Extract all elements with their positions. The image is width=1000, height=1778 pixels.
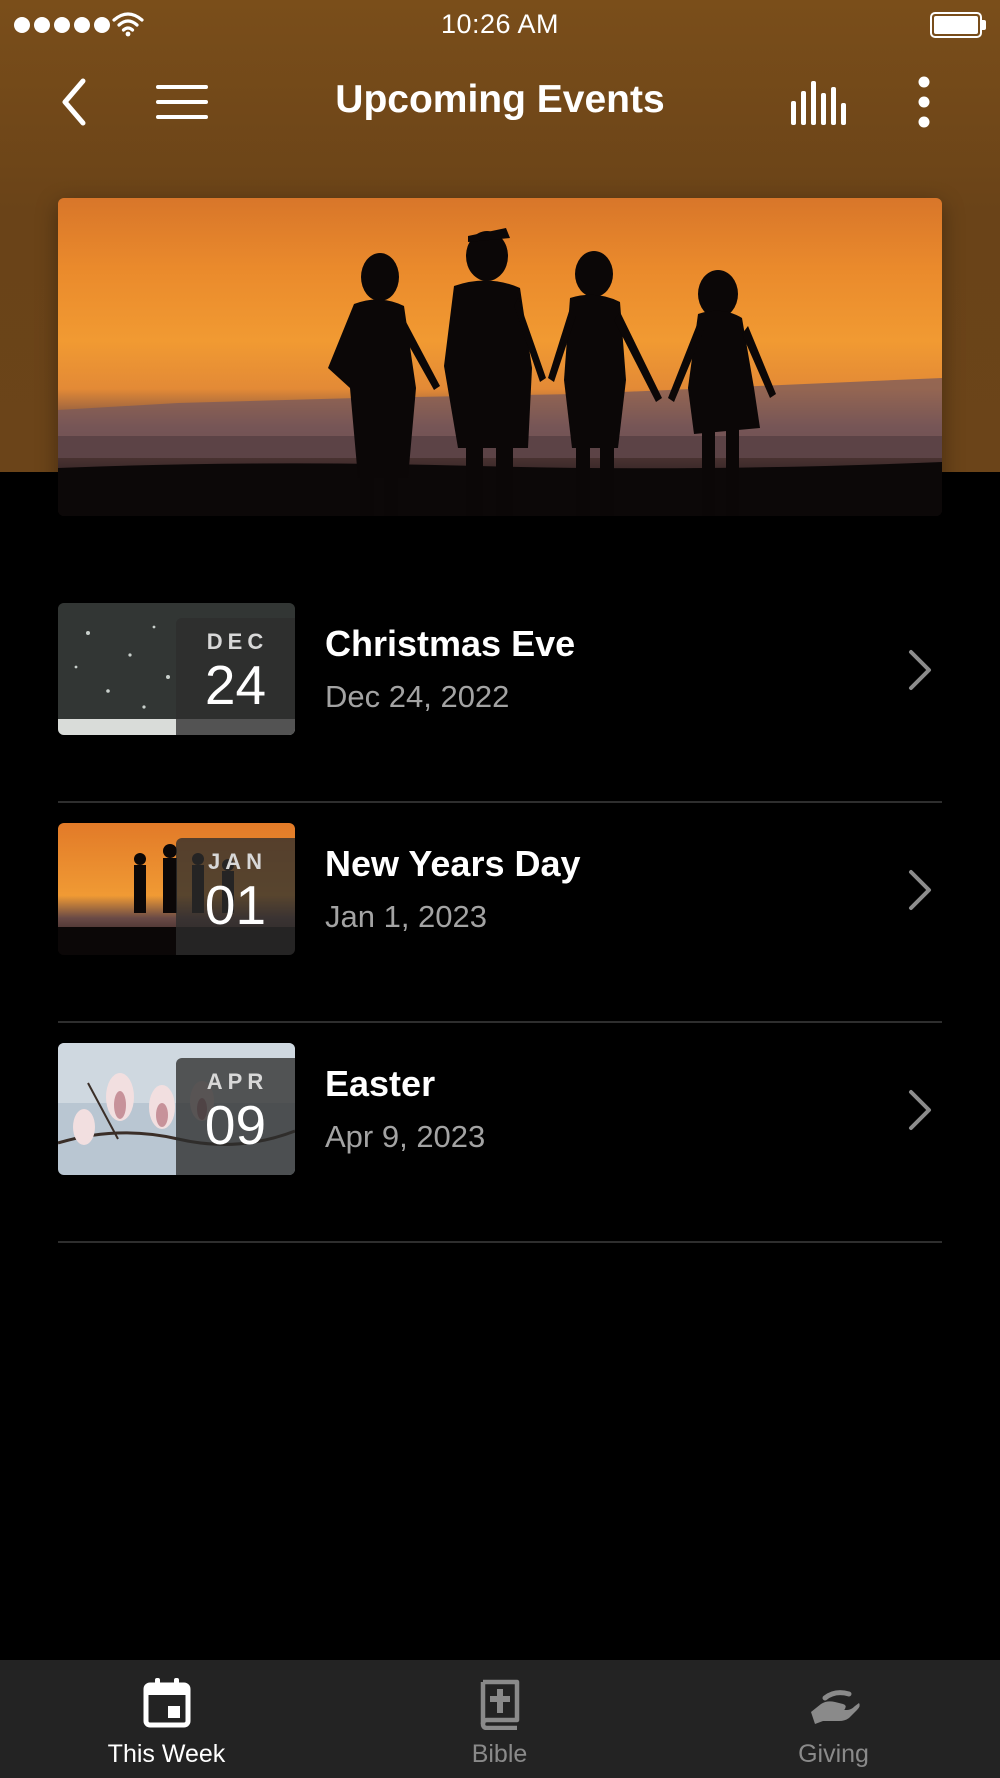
more-options-button[interactable] [892,70,956,134]
stats-button[interactable] [786,70,850,134]
date-badge-day: 24 [204,654,267,716]
event-thumbnail: DEC 24 [58,603,295,735]
event-date: Apr 9, 2023 [325,1119,486,1154]
more-vertical-icon [918,76,930,128]
battery-icon [930,12,986,38]
chevron-right-icon [898,865,942,915]
date-badge: DEC 24 [176,618,295,735]
status-bar: 10:26 AM [0,0,1000,50]
event-title: New Years Day [325,843,581,884]
date-badge: APR 09 [176,1058,295,1175]
date-badge-month: JAN [207,849,267,874]
bar-chart-icon [791,81,846,125]
event-date: Dec 24, 2022 [325,679,510,714]
date-badge-day: 09 [204,1094,267,1156]
event-list: DEC 24 Christmas Eve Dec 24, 2022 JAN 01… [58,583,942,1243]
hero-banner-image [58,198,942,516]
chevron-right-icon [898,645,942,695]
event-row-easter[interactable]: APR 09 Easter Apr 9, 2023 [58,1023,942,1243]
chevron-right-icon [898,1085,942,1135]
event-row-christmas-eve[interactable]: DEC 24 Christmas Eve Dec 24, 2022 [58,583,942,803]
page-title: Upcoming Events [335,78,665,121]
bible-icon [480,1679,519,1730]
tab-bar: This Week Bible Giving [0,1660,1000,1778]
event-title: Christmas Eve [325,623,576,664]
tab-label: This Week [107,1740,226,1768]
giving-hand-icon [810,1690,860,1724]
tab-label: Bible [471,1740,528,1768]
event-row-new-years-day[interactable]: JAN 01 New Years Day Jan 1, 2023 [58,803,942,1023]
tab-bible[interactable]: Bible [333,1660,666,1778]
event-date: Jan 1, 2023 [325,899,488,934]
date-badge: JAN 01 [176,838,295,955]
date-badge-day: 01 [204,874,267,936]
event-thumbnail: APR 09 [58,1043,295,1175]
date-badge-month: APR [206,1069,269,1094]
event-thumbnail: JAN 01 [58,823,295,955]
event-title: Easter [325,1063,436,1104]
calendar-icon [143,1678,190,1728]
navigation-bar: Upcoming Events [0,50,1000,150]
status-time: 10:26 AM [440,9,560,39]
tab-this-week[interactable]: This Week [0,1660,333,1778]
tab-giving[interactable]: Giving [667,1660,1000,1778]
date-badge-month: DEC [206,629,269,654]
tab-label: Giving [798,1740,869,1768]
